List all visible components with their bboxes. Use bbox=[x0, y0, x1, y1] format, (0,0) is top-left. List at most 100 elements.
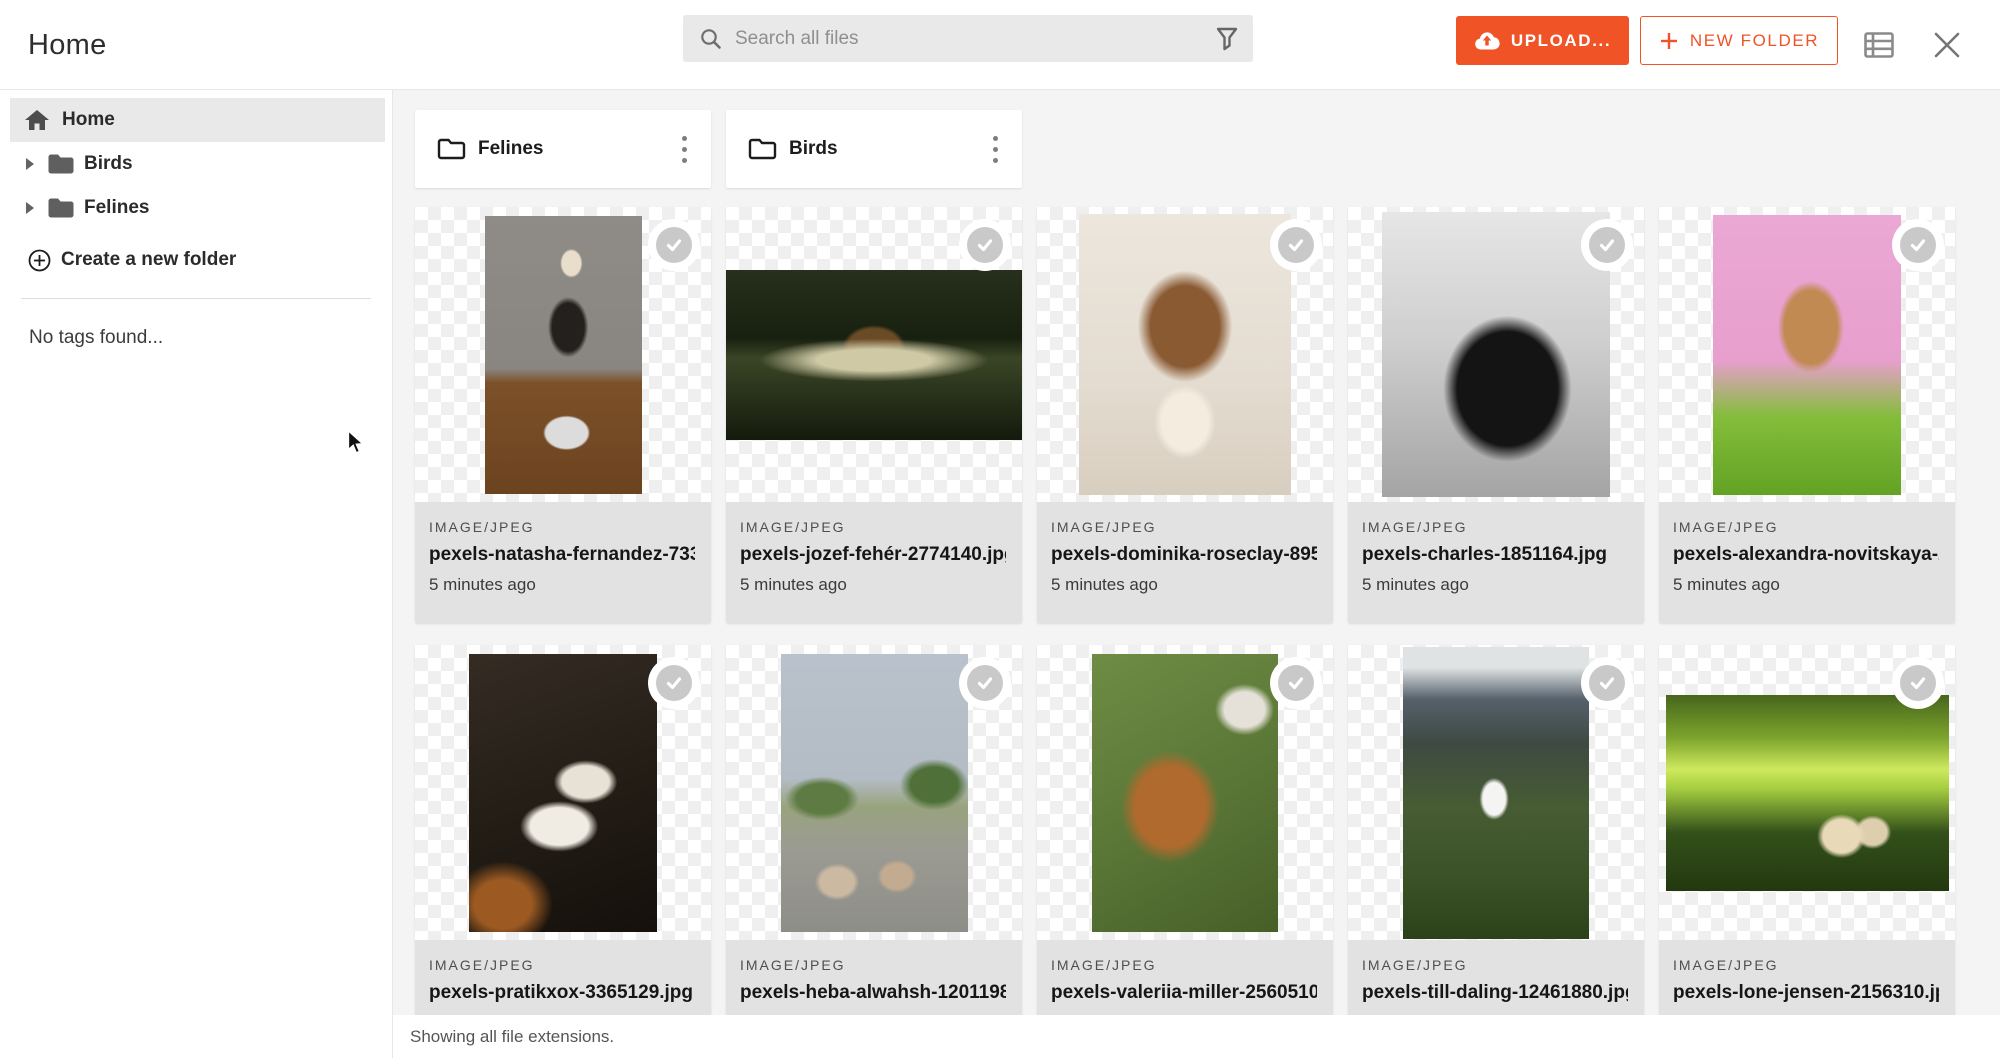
file-thumbnail-area[interactable] bbox=[1348, 645, 1644, 940]
new-folder-button[interactable]: NEW FOLDER bbox=[1640, 16, 1838, 65]
file-thumbnail-area[interactable] bbox=[1659, 645, 1955, 940]
file-card[interactable]: IMAGE/JPEG pexels-pratikxox-3365129.jpg … bbox=[415, 645, 711, 1058]
file-grid: IMAGE/JPEG pexels-natasha-fernandez-733.… bbox=[415, 207, 2000, 1058]
file-thumbnail bbox=[1382, 212, 1610, 497]
file-card[interactable]: IMAGE/JPEG pexels-charles-1851164.jpg 5 … bbox=[1348, 207, 1644, 623]
kebab-menu-icon[interactable] bbox=[672, 128, 697, 171]
sidebar-folder-tree: Birds Felines bbox=[0, 142, 392, 230]
create-folder-link[interactable]: Create a new folder bbox=[0, 236, 392, 284]
sidebar-item-label: Home bbox=[62, 109, 115, 131]
file-timestamp: 5 minutes ago bbox=[1051, 575, 1317, 595]
file-mimetype: IMAGE/JPEG bbox=[1362, 519, 1628, 535]
status-text: Showing all file extensions. bbox=[410, 1027, 614, 1047]
select-checkmark[interactable] bbox=[1581, 657, 1633, 709]
check-icon bbox=[967, 227, 1003, 263]
select-checkmark[interactable] bbox=[1581, 219, 1633, 271]
file-name: pexels-valeriia-miller-2560510.... bbox=[1051, 982, 1317, 1004]
close-icon bbox=[1932, 30, 1962, 60]
file-picker-window: Home UPLOAD... NEW FOLDER bbox=[0, 0, 2000, 1058]
filter-icon[interactable] bbox=[1215, 26, 1239, 52]
file-card[interactable]: IMAGE/JPEG pexels-natasha-fernandez-733.… bbox=[415, 207, 711, 623]
file-card[interactable]: IMAGE/JPEG pexels-heba-alwahsh-1201198..… bbox=[726, 645, 1022, 1058]
folder-icon bbox=[47, 153, 75, 175]
check-icon bbox=[967, 665, 1003, 701]
select-checkmark[interactable] bbox=[959, 219, 1011, 271]
caret-right-icon[interactable] bbox=[26, 202, 34, 214]
status-bar: Showing all file extensions. bbox=[393, 1015, 2000, 1058]
check-icon bbox=[656, 227, 692, 263]
sidebar-tree-item[interactable]: Felines bbox=[0, 186, 392, 230]
upload-button-label: UPLOAD... bbox=[1511, 31, 1611, 51]
folder-card[interactable]: Birds bbox=[726, 110, 1022, 188]
cloud-upload-icon bbox=[1474, 31, 1500, 51]
file-name: pexels-alexandra-novitskaya-2... bbox=[1673, 544, 1939, 566]
file-mimetype: IMAGE/JPEG bbox=[1051, 957, 1317, 973]
file-card[interactable]: IMAGE/JPEG pexels-jozef-fehér-2774140.jp… bbox=[726, 207, 1022, 623]
file-card[interactable]: IMAGE/JPEG pexels-till-daling-12461880.j… bbox=[1348, 645, 1644, 1058]
check-icon bbox=[656, 665, 692, 701]
file-thumbnail-area[interactable] bbox=[415, 207, 711, 502]
sidebar-divider bbox=[21, 298, 371, 299]
check-icon bbox=[1900, 227, 1936, 263]
select-checkmark[interactable] bbox=[1270, 219, 1322, 271]
file-meta: IMAGE/JPEG pexels-jozef-fehér-2774140.jp… bbox=[726, 502, 1022, 623]
folder-card-name: Birds bbox=[789, 138, 983, 160]
list-view-toggle[interactable] bbox=[1864, 0, 1894, 90]
file-name: pexels-pratikxox-3365129.jpg bbox=[429, 982, 695, 1004]
file-name: pexels-charles-1851164.jpg bbox=[1362, 544, 1628, 566]
file-mimetype: IMAGE/JPEG bbox=[429, 519, 695, 535]
file-thumbnail-area[interactable] bbox=[1037, 207, 1333, 502]
file-thumbnail bbox=[781, 654, 968, 932]
upload-button[interactable]: UPLOAD... bbox=[1456, 16, 1629, 65]
sidebar-tree-item[interactable]: Birds bbox=[0, 142, 392, 186]
file-name: pexels-natasha-fernandez-733... bbox=[429, 544, 695, 566]
kebab-menu-icon[interactable] bbox=[983, 128, 1008, 171]
file-thumbnail bbox=[485, 216, 642, 494]
list-view-icon bbox=[1864, 32, 1894, 58]
select-checkmark[interactable] bbox=[1892, 657, 1944, 709]
file-name: pexels-heba-alwahsh-1201198... bbox=[740, 982, 1006, 1004]
new-folder-button-label: NEW FOLDER bbox=[1690, 31, 1819, 51]
file-thumbnail-area[interactable] bbox=[726, 207, 1022, 502]
file-mimetype: IMAGE/JPEG bbox=[1362, 957, 1628, 973]
file-card[interactable]: IMAGE/JPEG pexels-lone-jensen-2156310.jp… bbox=[1659, 645, 1955, 1058]
file-card[interactable]: IMAGE/JPEG pexels-alexandra-novitskaya-2… bbox=[1659, 207, 1955, 623]
select-checkmark[interactable] bbox=[648, 657, 700, 709]
file-thumbnail-area[interactable] bbox=[415, 645, 711, 940]
file-thumbnail bbox=[1079, 214, 1291, 495]
check-icon bbox=[1589, 665, 1625, 701]
folder-outline-icon bbox=[437, 137, 466, 161]
file-mimetype: IMAGE/JPEG bbox=[1673, 957, 1939, 973]
no-tags-text: No tags found... bbox=[29, 327, 392, 349]
plus-circle-icon bbox=[28, 249, 51, 272]
search-bar[interactable] bbox=[683, 15, 1253, 62]
header: Home UPLOAD... NEW FOLDER bbox=[0, 0, 2000, 90]
search-input[interactable] bbox=[735, 28, 1215, 50]
select-checkmark[interactable] bbox=[648, 219, 700, 271]
plus-icon bbox=[1659, 31, 1679, 51]
file-card[interactable]: IMAGE/JPEG pexels-dominika-roseclay-8952… bbox=[1037, 207, 1333, 623]
content-area: Felines Birds bbox=[393, 90, 2000, 1058]
folder-card[interactable]: Felines bbox=[415, 110, 711, 188]
close-button[interactable] bbox=[1932, 0, 1962, 90]
sidebar-item-home[interactable]: Home bbox=[10, 98, 385, 142]
file-card[interactable]: IMAGE/JPEG pexels-valeriia-miller-256051… bbox=[1037, 645, 1333, 1058]
file-thumbnail-area[interactable] bbox=[726, 645, 1022, 940]
check-icon bbox=[1589, 227, 1625, 263]
file-timestamp: 5 minutes ago bbox=[429, 575, 695, 595]
file-timestamp: 5 minutes ago bbox=[1362, 575, 1628, 595]
file-thumbnail bbox=[469, 654, 657, 932]
file-meta: IMAGE/JPEG pexels-alexandra-novitskaya-2… bbox=[1659, 502, 1955, 623]
file-thumbnail bbox=[1713, 215, 1901, 495]
select-checkmark[interactable] bbox=[1892, 219, 1944, 271]
file-timestamp: 5 minutes ago bbox=[740, 575, 1006, 595]
folder-icon bbox=[47, 197, 75, 219]
file-thumbnail-area[interactable] bbox=[1037, 645, 1333, 940]
select-checkmark[interactable] bbox=[959, 657, 1011, 709]
file-thumbnail-area[interactable] bbox=[1348, 207, 1644, 502]
file-thumbnail-area[interactable] bbox=[1659, 207, 1955, 502]
check-icon bbox=[1278, 227, 1314, 263]
caret-right-icon[interactable] bbox=[26, 158, 34, 170]
file-name: pexels-jozef-fehér-2774140.jpg bbox=[740, 544, 1006, 566]
select-checkmark[interactable] bbox=[1270, 657, 1322, 709]
